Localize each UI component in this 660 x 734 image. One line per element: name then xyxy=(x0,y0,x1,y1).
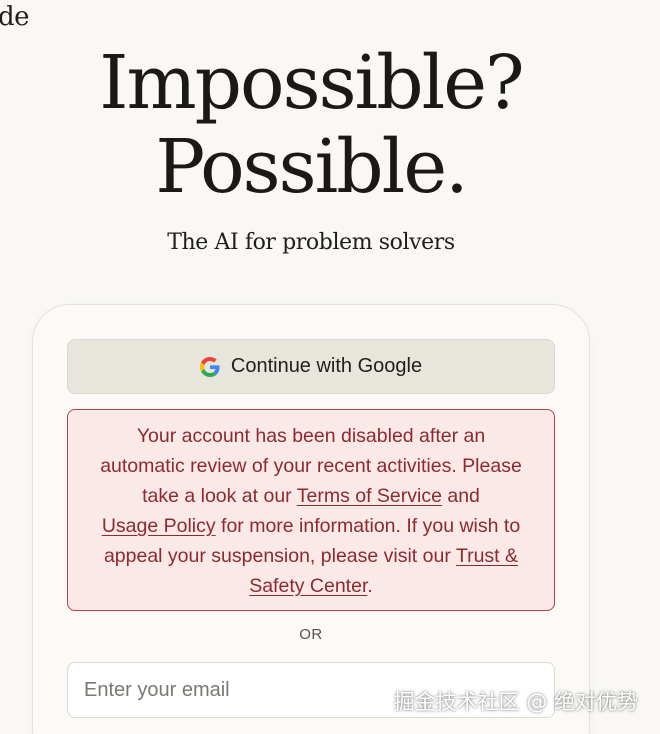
continue-with-google-button[interactable]: Continue with Google xyxy=(67,339,555,394)
brand-logo[interactable]: de xyxy=(0,2,30,32)
account-disabled-alert: Your account has been disabled after an … xyxy=(67,409,555,611)
google-logo-icon xyxy=(199,356,220,377)
watermark: 掘金技术社区 @ 绝对优势 xyxy=(393,690,638,714)
or-divider: OR xyxy=(299,626,323,643)
login-page: de Impossible? Possible. The AI for prob… xyxy=(0,0,660,734)
alert-text-part-4: . xyxy=(367,575,373,597)
alert-text-part-2: and xyxy=(441,485,480,507)
terms-of-service-link[interactable]: Terms of Service xyxy=(297,485,442,507)
continue-with-google-label: Continue with Google xyxy=(230,355,423,377)
hero-headline-line2: Possible. xyxy=(155,124,468,210)
hero-subtitle: The AI for problem solvers xyxy=(167,230,455,255)
usage-policy-link[interactable]: Usage Policy xyxy=(102,515,216,537)
hero-headline-line1: Impossible? xyxy=(99,40,524,126)
